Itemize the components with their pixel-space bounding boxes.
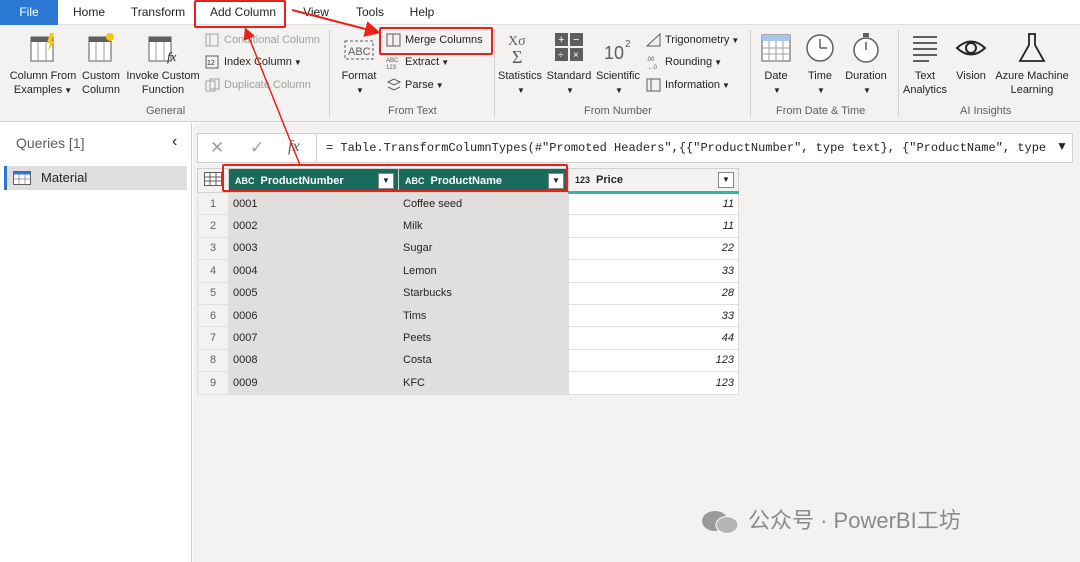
- wechat-icon: [702, 511, 739, 535]
- watermark-text: 公众号 · PowerBI工坊: [748, 508, 961, 533]
- annotation-arrow: [291, 9, 381, 37]
- watermark: 公众号 · PowerBI工坊: [700, 503, 961, 535]
- annotation-arrow: [243, 27, 301, 166]
- annotation-arrows: [243, 9, 381, 166]
